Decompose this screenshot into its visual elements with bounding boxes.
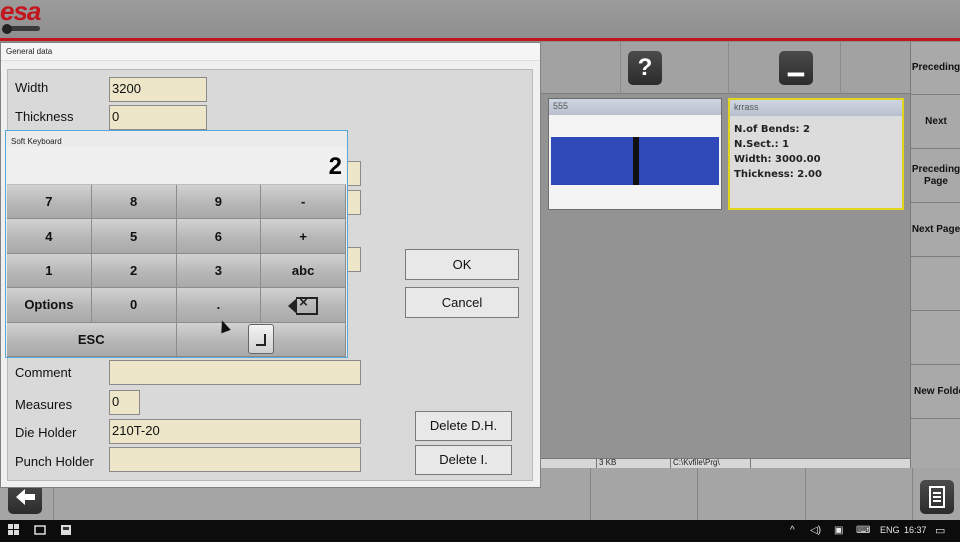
- comment-input[interactable]: [109, 360, 361, 385]
- side-item-preceding[interactable]: Preceding: [911, 42, 960, 95]
- dialog-title: General data: [1, 43, 540, 61]
- measures-label: Measures: [15, 397, 73, 412]
- chevron-up-icon[interactable]: ^: [790, 524, 795, 538]
- key-5[interactable]: 5: [91, 219, 177, 254]
- key-minus[interactable]: -: [261, 185, 346, 220]
- key-options[interactable]: Options: [7, 288, 92, 323]
- help-button[interactable]: ?: [628, 51, 662, 85]
- logo-dot: [2, 24, 12, 34]
- key-plus[interactable]: +: [261, 219, 346, 254]
- clock[interactable]: 16:37: [904, 525, 927, 535]
- toolbar-separator: [912, 468, 913, 520]
- toolstrip: ? ▁: [540, 42, 910, 94]
- keyboard-icon[interactable]: ⌨: [856, 524, 870, 538]
- file-tile-title: krrass: [730, 100, 902, 116]
- logo-swoosh: [8, 26, 40, 31]
- file-tile-title: 555: [549, 99, 721, 115]
- toolstrip-separator: [728, 42, 729, 94]
- key-1[interactable]: 1: [7, 253, 92, 289]
- side-item-next[interactable]: Next: [911, 96, 960, 149]
- info-sections: N.Sect.: 1: [734, 139, 790, 150]
- key-2[interactable]: 2: [91, 253, 177, 289]
- file-tile[interactable]: 555: [548, 98, 722, 210]
- side-item-preceding-page[interactable]: Preceding Page: [911, 150, 960, 203]
- key-backspace[interactable]: [261, 288, 346, 323]
- key-3[interactable]: 3: [176, 253, 262, 289]
- side-item-new-folder[interactable]: New Folder: [911, 366, 960, 419]
- side-item-empty[interactable]: [911, 258, 960, 311]
- key-abc[interactable]: abc: [261, 253, 346, 289]
- measures-input[interactable]: 0: [109, 390, 140, 415]
- thickness-label: Thickness: [15, 109, 74, 124]
- soft-keyboard: Soft Keyboard 2 7 8 9 - 4 5 6 + 1 2 3 ab…: [5, 130, 348, 358]
- side-item-next-page[interactable]: Next Page: [911, 204, 960, 257]
- language-indicator[interactable]: ENG: [880, 525, 900, 535]
- info-bends: N.of Bends: 2: [734, 124, 810, 135]
- die-holder-label: Die Holder: [15, 425, 77, 440]
- minimize-button[interactable]: ▁: [779, 51, 813, 85]
- punch-holder-label: Punch Holder: [15, 454, 94, 469]
- notifications-icon[interactable]: ▭: [935, 524, 945, 538]
- delete-punch-holder-button[interactable]: Delete I.: [415, 445, 512, 475]
- key-decimal[interactable]: .: [176, 288, 262, 323]
- info-thickness: Thickness: 2.00: [734, 169, 822, 180]
- file-info: N.of Bends: 2 N.Sect.: 1 Width: 3000.00 …: [730, 116, 902, 208]
- network-icon[interactable]: ▣: [834, 524, 843, 538]
- toolbar-separator: [697, 468, 698, 520]
- app-taskbar-icon[interactable]: [60, 524, 72, 536]
- toolstrip-separator: [620, 42, 621, 94]
- status-file-size: 3 KB: [599, 458, 617, 467]
- part-preview: [549, 115, 721, 209]
- key-8[interactable]: 8: [91, 185, 177, 220]
- app-header: esa: [0, 0, 960, 42]
- key-9[interactable]: 9: [176, 185, 262, 220]
- task-view-icon[interactable]: [34, 524, 46, 536]
- windows-start-icon[interactable]: [8, 524, 20, 536]
- keyboard-display: 2: [7, 147, 346, 185]
- bend-line: [633, 137, 639, 185]
- backspace-icon: [288, 294, 319, 315]
- status-path: C:\Kvfile\Prg\: [673, 458, 720, 467]
- comment-label: Comment: [15, 365, 72, 380]
- document-list-icon: [929, 486, 945, 508]
- side-menu: Preceding Next Preceding Page Next Page …: [910, 42, 960, 468]
- enter-icon: [247, 324, 274, 355]
- keyboard-value: 2: [328, 153, 342, 180]
- header-divider: [0, 38, 960, 41]
- info-width: Width: 3000.00: [734, 154, 821, 165]
- cancel-button[interactable]: Cancel: [405, 287, 519, 318]
- key-6[interactable]: 6: [176, 219, 262, 254]
- toolbar-separator: [805, 468, 806, 520]
- key-0[interactable]: 0: [91, 288, 177, 323]
- delete-die-holder-button[interactable]: Delete D.H.: [415, 411, 512, 441]
- key-esc[interactable]: ESC: [7, 322, 177, 357]
- ok-button[interactable]: OK: [405, 249, 519, 280]
- status-bar: 3 KB C:\Kvfile\Prg\: [540, 458, 912, 469]
- key-4[interactable]: 4: [7, 219, 92, 254]
- die-holder-input[interactable]: 210T-20: [109, 419, 361, 444]
- thickness-input[interactable]: 0: [109, 105, 207, 130]
- keyboard-keys: 7 8 9 - 4 5 6 + 1 2 3 abc Options 0 . ES…: [7, 185, 346, 357]
- punch-holder-input[interactable]: [109, 447, 361, 472]
- toolstrip-separator: [840, 42, 841, 94]
- keyboard-title: Soft Keyboard: [11, 137, 62, 146]
- volume-icon[interactable]: ◁): [810, 524, 821, 538]
- toolbar-separator: [590, 468, 591, 520]
- list-button[interactable]: [920, 480, 954, 514]
- app-logo: esa: [0, 0, 41, 26]
- key-enter[interactable]: [176, 322, 346, 357]
- key-7[interactable]: 7: [7, 185, 92, 220]
- file-tile-selected[interactable]: krrass N.of Bends: 2 N.Sect.: 1 Width: 3…: [728, 98, 904, 210]
- width-label: Width: [15, 80, 49, 95]
- os-taskbar: ^ ◁) ▣ ⌨ ENG 16:37 ▭: [0, 520, 960, 542]
- width-input[interactable]: 3200: [109, 77, 207, 102]
- side-item-empty[interactable]: [911, 312, 960, 365]
